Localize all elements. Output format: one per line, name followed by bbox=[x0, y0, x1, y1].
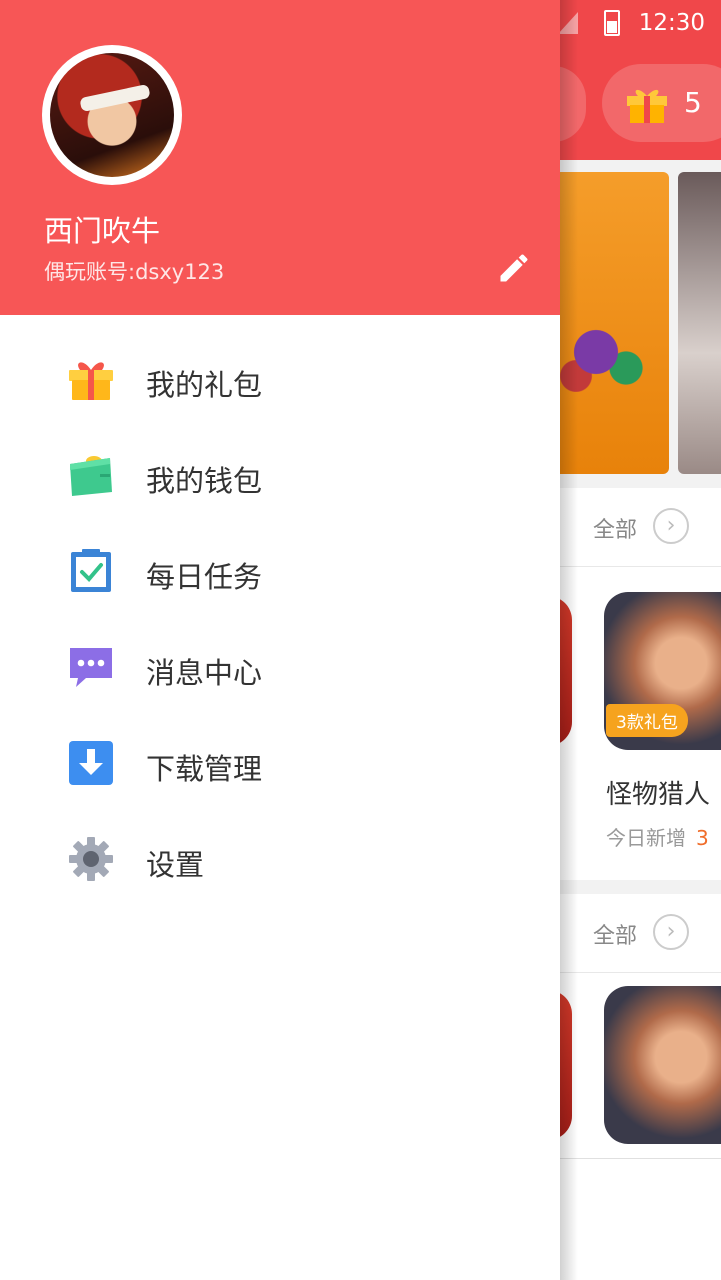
game-icon[interactable] bbox=[604, 986, 721, 1144]
avatar-headband bbox=[79, 83, 151, 113]
menu-item-downloads[interactable]: 下载管理 bbox=[0, 716, 560, 812]
menu-label: 我的钱包 bbox=[146, 464, 263, 498]
gift-icon bbox=[627, 89, 667, 123]
menu-label: 我的礼包 bbox=[146, 368, 263, 402]
gift-count-button[interactable]: 5 bbox=[602, 64, 721, 142]
menu-item-wallet[interactable]: 我的钱包 bbox=[0, 428, 560, 524]
gift-icon bbox=[69, 362, 113, 400]
wallet-icon bbox=[70, 456, 112, 496]
avatar[interactable] bbox=[42, 45, 182, 185]
status-time: 12:30 bbox=[638, 10, 705, 36]
game-subtitle: 今日新增 3 bbox=[606, 822, 709, 851]
chat-bubble-icon bbox=[70, 648, 112, 687]
user-account: 偶玩账号:dsxy123 bbox=[44, 260, 225, 284]
clipboard-check-icon bbox=[71, 549, 111, 592]
menu-label: 下载管理 bbox=[146, 752, 263, 786]
banner-image[interactable] bbox=[678, 172, 721, 474]
view-all-link[interactable]: 全部 bbox=[593, 512, 637, 544]
menu-label: 设置 bbox=[146, 848, 205, 882]
view-all-link[interactable]: 全部 bbox=[593, 918, 637, 950]
navigation-drawer: 西门吹牛 偶玩账号:dsxy123 我的礼包 我的钱包 每日任务 消息中心 下载… bbox=[0, 0, 560, 1280]
menu-item-settings[interactable]: 设置 bbox=[0, 812, 560, 908]
edit-icon[interactable] bbox=[496, 250, 532, 286]
game-sub-label: 今日新增 bbox=[606, 826, 686, 850]
drawer-header: 西门吹牛 偶玩账号:dsxy123 bbox=[0, 0, 560, 315]
drawer-menu: 我的礼包 我的钱包 每日任务 消息中心 下载管理 设置 bbox=[0, 332, 560, 908]
gear-icon bbox=[69, 837, 113, 881]
menu-item-daily-tasks[interactable]: 每日任务 bbox=[0, 524, 560, 620]
menu-item-messages[interactable]: 消息中心 bbox=[0, 620, 560, 716]
chevron-right-icon[interactable]: › bbox=[653, 508, 689, 544]
user-name: 西门吹牛 bbox=[44, 214, 161, 248]
chevron-right-icon[interactable]: › bbox=[653, 914, 689, 950]
game-title[interactable]: 怪物猎人 bbox=[606, 774, 710, 811]
drawer-shadow bbox=[560, 0, 578, 1280]
download-icon bbox=[69, 741, 113, 785]
gift-badge: 3款礼包 bbox=[606, 704, 688, 737]
gift-count: 5 bbox=[684, 86, 702, 119]
menu-label: 消息中心 bbox=[146, 656, 263, 690]
avatar-image bbox=[50, 53, 174, 177]
menu-label: 每日任务 bbox=[146, 560, 263, 594]
game-sub-value: 3 bbox=[696, 826, 709, 850]
menu-item-gifts[interactable]: 我的礼包 bbox=[0, 332, 560, 428]
battery-icon bbox=[604, 10, 620, 36]
